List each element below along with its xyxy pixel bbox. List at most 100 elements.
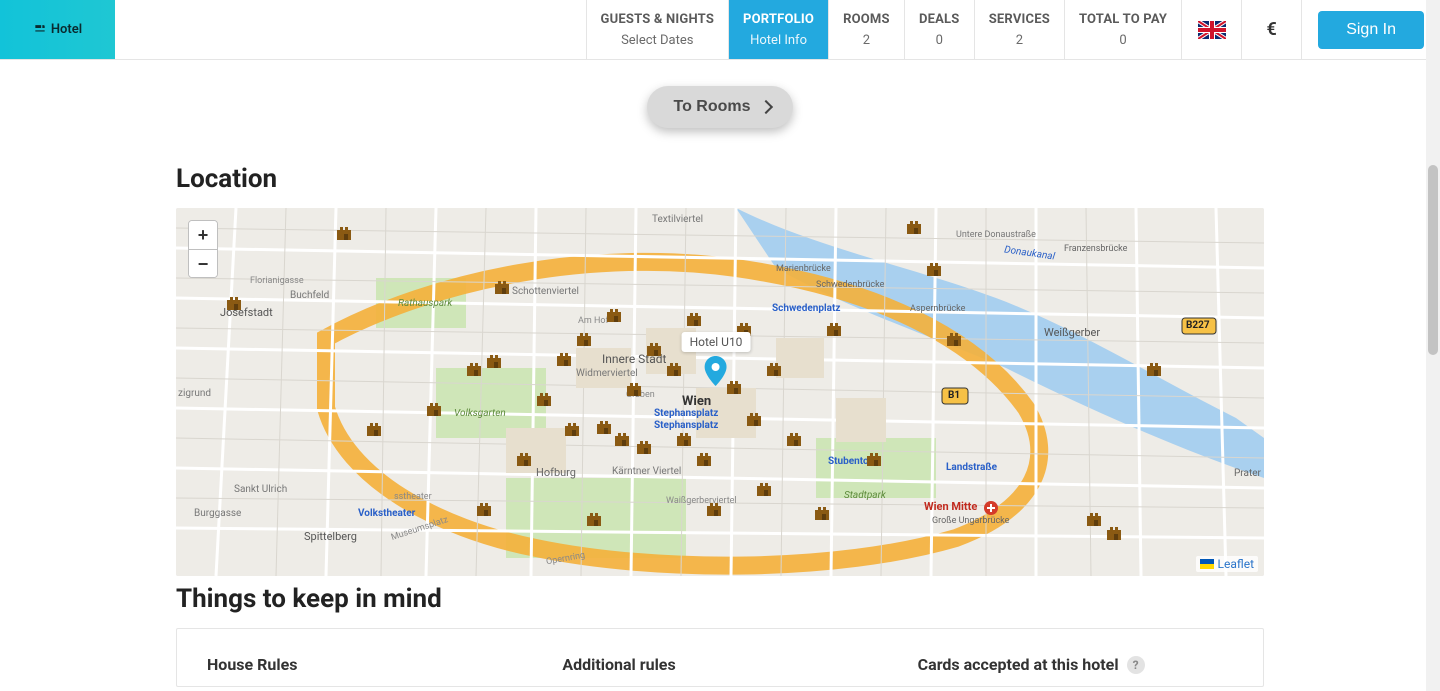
poi-icon[interactable] [556,350,576,366]
nav-deals-sub: 0 [936,33,943,48]
topbar: Hotel GUESTS & NIGHTS Select Dates PORTF… [0,0,1440,60]
poi-icon[interactable] [226,294,246,310]
topbar-spacer [115,0,586,59]
poi-icon[interactable] [826,320,846,336]
nav-portfolio[interactable]: PORTFOLIO Hotel Info [728,0,828,59]
poi-icon[interactable] [586,510,606,526]
map-label-marienbrucke: Marienbrücke [776,264,831,274]
poi-icon[interactable] [706,500,726,516]
poi-icon[interactable] [426,400,446,416]
map-label-karntner: Kärntner Viertel [612,466,681,477]
nav-services[interactable]: SERVICES 2 [974,0,1064,59]
poi-icon[interactable] [606,306,626,322]
signin-wrap: Sign In [1301,0,1440,59]
map-attribution-text: Leaflet [1218,557,1254,571]
poi-icon[interactable] [766,360,786,376]
poi-icon[interactable] [336,224,356,240]
scroll-thumb[interactable] [1428,165,1438,355]
poi-icon[interactable] [1106,524,1126,540]
poi-icon[interactable] [1146,360,1166,376]
scrollbar[interactable] [1426,0,1440,691]
map[interactable]: Wien Stephansplatz Stephansplatz Innere … [176,208,1264,576]
help-icon[interactable]: ? [1127,656,1145,674]
language-selector[interactable] [1181,0,1241,59]
poi-icon[interactable] [536,390,556,406]
poi-icon[interactable] [746,410,766,426]
poi-icon[interactable] [686,310,706,326]
hotel-pin[interactable]: Hotel U10 [682,331,751,386]
poi-icon[interactable] [676,430,696,446]
map-label-volkstheater: Volkstheater [358,508,415,519]
nav-portfolio-sub: Hotel Info [750,33,807,48]
poi-icon[interactable] [516,450,536,466]
poi-icon[interactable] [756,480,776,496]
nav-rooms[interactable]: ROOMS 2 [828,0,904,59]
map-label-textil: Textilviertel [652,214,703,225]
poi-icon[interactable] [946,330,966,346]
nav-portfolio-title: PORTFOLIO [743,13,814,28]
map-label-hofburg: Hofburg [536,466,576,479]
map-label-sstheater: sstheater [394,492,432,502]
poi-icon[interactable] [466,360,486,376]
poi-icon[interactable] [366,420,386,436]
signin-button[interactable]: Sign In [1318,11,1424,49]
poi-icon[interactable] [926,260,946,276]
map-label-stulrich: Sankt Ulrich [234,484,287,495]
poi-icon[interactable] [906,218,926,234]
map-label-wien: Wien [682,394,711,409]
poi-icon[interactable] [814,504,834,520]
nav: GUESTS & NIGHTS Select Dates PORTFOLIO H… [586,0,1182,59]
poi-icon[interactable] [786,430,806,446]
things-heading: Things to keep in mind [176,584,1264,614]
poi-icon[interactable] [476,500,496,516]
poi-icon[interactable] [564,420,584,436]
to-rooms-row: To Rooms [0,60,1440,156]
nav-total[interactable]: TOTAL TO PAY 0 [1064,0,1181,59]
nav-deals[interactable]: DEALS 0 [904,0,974,59]
flag-uk-icon [1198,21,1226,39]
location-heading: Location [176,164,1264,194]
additional-rules-title: Additional rules [562,655,877,674]
poi-icon[interactable] [494,278,514,294]
map-label-schwedenplatz: Schwedenplatz [772,303,840,314]
poi-icon[interactable] [486,352,506,368]
poi-icon[interactable] [576,330,596,346]
map-label-b1: B1 [948,390,960,401]
poi-icon[interactable] [646,340,666,356]
poi-icon[interactable] [626,380,646,396]
zoom-in-button[interactable]: + [189,221,217,249]
map-label-prater: Prater [1234,468,1261,479]
map-label-widmerviertel: Widmerviertel [576,368,638,379]
house-rules-title: House Rules [207,655,522,674]
cards-accepted-title: Cards accepted at this hotel ? [918,655,1233,674]
nav-guests[interactable]: GUESTS & NIGHTS Select Dates [586,0,729,59]
nav-services-title: SERVICES [989,13,1050,28]
poi-icon[interactable] [614,430,634,446]
map-label-burggasse: Burggasse [194,508,241,519]
hotel-label: Hotel U10 [682,332,751,352]
nav-services-sub: 2 [1016,33,1023,48]
map-label-buchfeld: Buchfeld [290,290,329,301]
map-label-amhof: Am Hof [578,316,609,326]
map-label-weissgerber: Weißgerber [1044,326,1100,339]
map-label-zigrund: zigrund [178,388,211,399]
map-label-rathauspark: Rathauspark [398,298,452,309]
col-cards-accepted: Cards accepted at this hotel ? [918,655,1233,674]
currency-selector[interactable]: € [1241,0,1301,59]
poi-icon[interactable] [596,418,616,434]
map-label-landstrasse: Landstraße [946,462,997,473]
to-rooms-button[interactable]: To Rooms [647,86,792,128]
cards-title-text: Cards accepted at this hotel [918,655,1119,674]
map-attribution[interactable]: Leaflet [1196,556,1258,572]
nav-total-sub: 0 [1119,33,1126,48]
map-label-franzensbrucke: Franzensbrücke [1064,244,1127,254]
poi-icon[interactable] [1086,510,1106,526]
currency-symbol: € [1267,19,1277,40]
poi-icon[interactable] [636,438,656,454]
zoom-out-button[interactable]: − [189,249,217,277]
brand-logo[interactable]: Hotel [0,0,115,59]
poi-icon[interactable] [696,450,716,466]
poi-icon[interactable] [866,450,886,466]
nav-guests-sub: Select Dates [621,33,693,48]
map-label-floriani: Florianigasse [250,276,304,286]
